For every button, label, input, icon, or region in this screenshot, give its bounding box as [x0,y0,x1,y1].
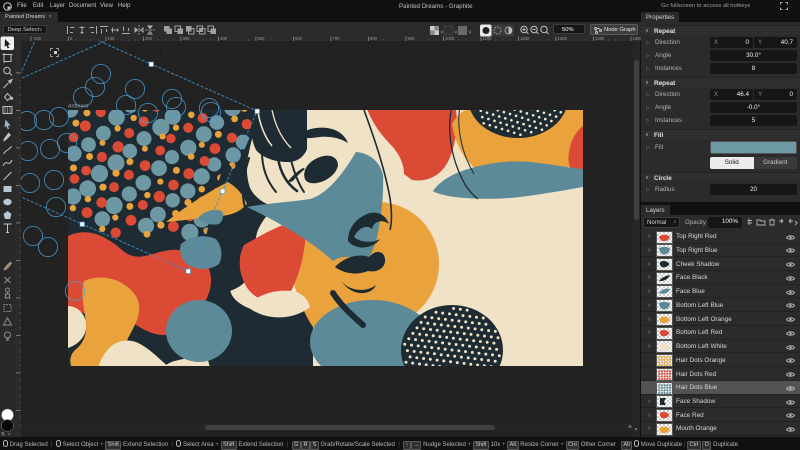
svg-text:200: 200 [145,36,153,41]
svg-text:700: 700 [333,36,341,41]
svg-text:400: 400 [220,36,228,41]
svg-text:500: 500 [258,36,266,41]
svg-text:Artboard: Artboard [68,104,88,110]
svg-text:800: 800 [370,36,378,41]
svg-text:1300: 1300 [558,36,568,41]
svg-text:600: 600 [295,36,303,41]
svg-text:-100: -100 [33,36,42,41]
svg-text:1000: 1000 [445,36,455,41]
svg-text:1100: 1100 [483,36,493,41]
svg-text:300: 300 [183,36,191,41]
svg-text:1400: 1400 [595,36,605,41]
svg-text:900: 900 [408,36,416,41]
svg-text:100: 100 [108,36,116,41]
svg-text:1200: 1200 [520,36,530,41]
